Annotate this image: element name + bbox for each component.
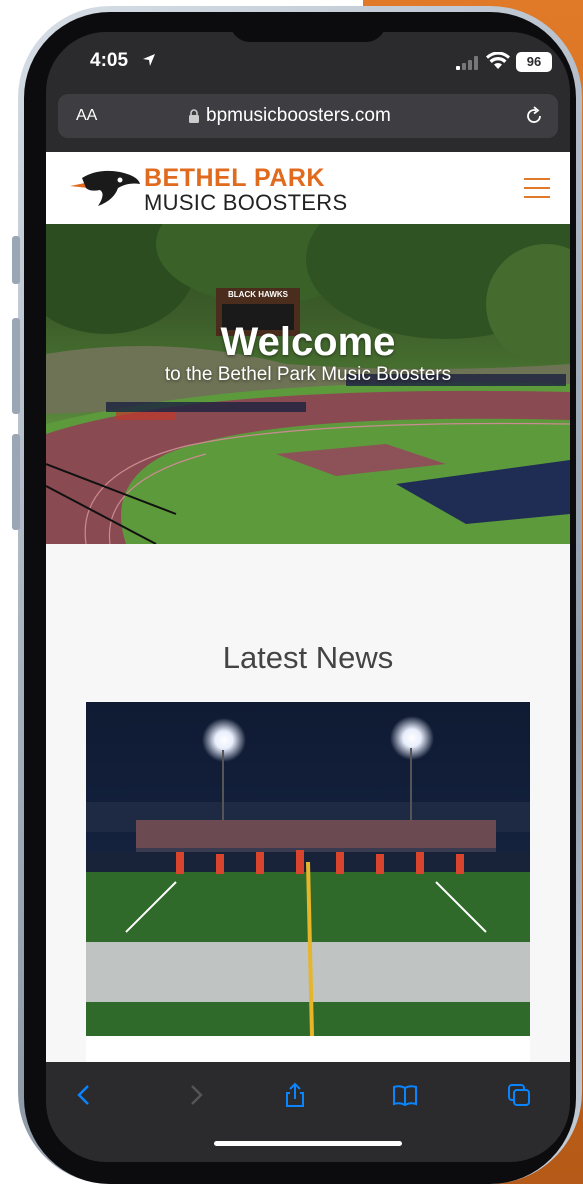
logo-subtitle: MUSIC BOOSTERS bbox=[144, 190, 348, 215]
share-icon[interactable] bbox=[282, 1082, 308, 1108]
forward-icon[interactable] bbox=[182, 1082, 208, 1108]
news-card-image[interactable] bbox=[86, 702, 530, 1036]
mute-switch bbox=[12, 236, 20, 284]
news-section: Latest News bbox=[46, 544, 570, 1066]
site-header: BETHEL PARK MUSIC BOOSTERS bbox=[46, 152, 570, 224]
lock-icon bbox=[189, 109, 199, 123]
address-bar[interactable]: AA bpmusicboosters.com bbox=[58, 94, 558, 138]
notch bbox=[230, 32, 386, 42]
back-icon[interactable] bbox=[72, 1082, 98, 1108]
blackhawk-logo-icon[interactable] bbox=[68, 166, 142, 208]
cellular-signal-icon bbox=[456, 56, 478, 70]
status-time: 4:05 bbox=[90, 50, 129, 71]
phone-screen: 4:05 96 AA bpmusicboosters.com BETHEL PA… bbox=[46, 32, 570, 1162]
tabs-icon[interactable] bbox=[506, 1082, 532, 1108]
bookmarks-icon[interactable] bbox=[392, 1082, 418, 1108]
hero-subtitle: to the Bethel Park Music Boosters bbox=[164, 364, 452, 385]
hero-banner: BLACK HAWKS Welcome to the Bethel Park M… bbox=[46, 224, 570, 544]
battery-indicator: 96 bbox=[516, 52, 552, 72]
home-indicator[interactable] bbox=[214, 1141, 402, 1146]
browser-toolbar bbox=[46, 1062, 570, 1162]
hamburger-menu-icon[interactable] bbox=[524, 178, 550, 198]
hero-title: Welcome bbox=[220, 320, 396, 364]
location-arrow-icon bbox=[143, 54, 155, 66]
url-text[interactable]: bpmusicboosters.com bbox=[206, 105, 391, 127]
text-size-button[interactable]: AA bbox=[76, 107, 97, 125]
scoreboard-label: BLACK HAWKS bbox=[228, 290, 288, 299]
reload-icon[interactable] bbox=[524, 106, 544, 126]
volume-up-button bbox=[12, 318, 20, 414]
volume-down-button bbox=[12, 434, 20, 530]
night-football-photo bbox=[86, 702, 530, 1036]
wifi-icon bbox=[486, 52, 510, 69]
browser-address-area: AA bpmusicboosters.com bbox=[46, 88, 570, 152]
news-heading: Latest News bbox=[222, 640, 394, 675]
logo-title: BETHEL PARK bbox=[144, 164, 325, 192]
